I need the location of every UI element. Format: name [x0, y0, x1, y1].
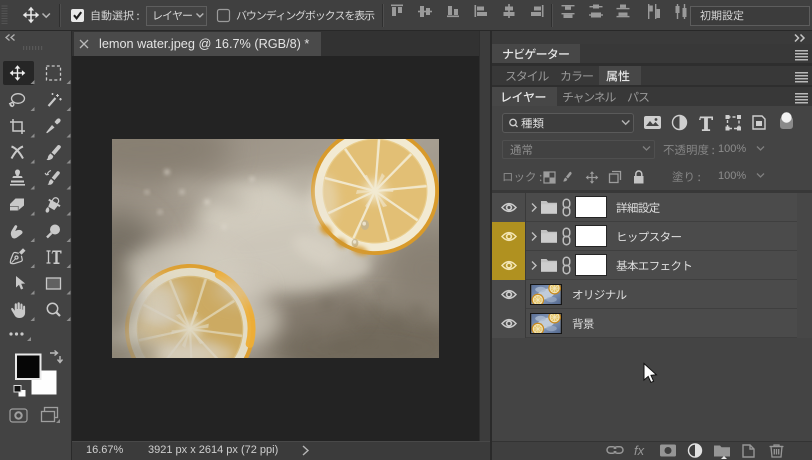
svg-text:fx: fx: [634, 443, 645, 458]
